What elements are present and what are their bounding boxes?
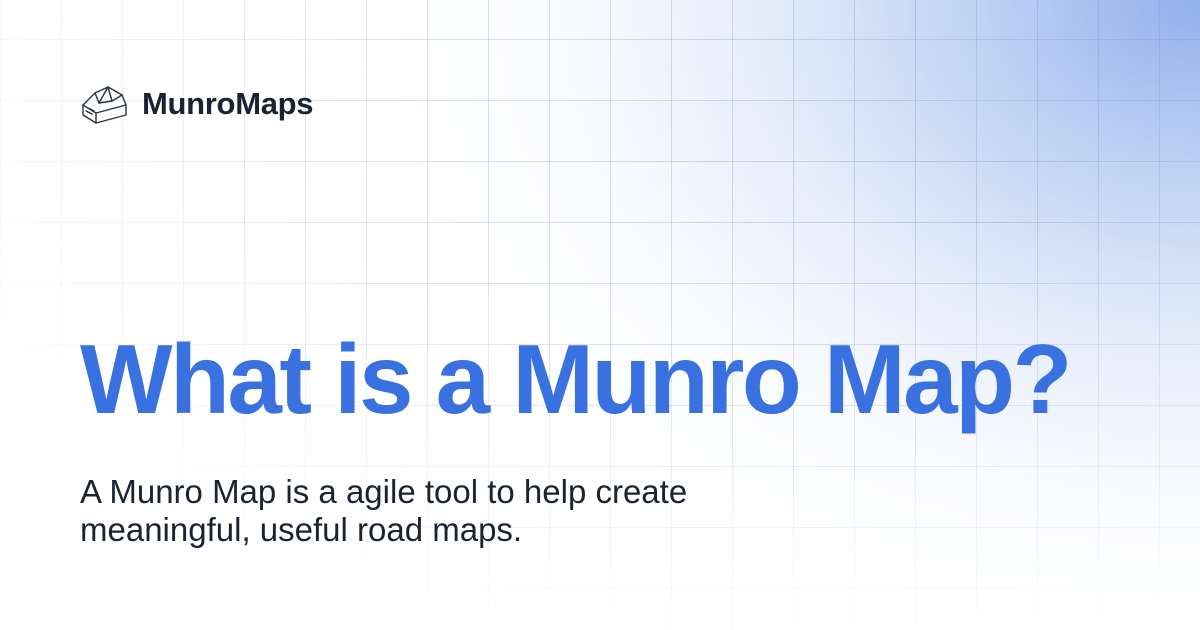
brand-name: MunroMaps bbox=[142, 86, 314, 121]
mountain-house-icon bbox=[82, 86, 127, 124]
brand: MunroMaps bbox=[80, 83, 314, 125]
page-description: A Munro Map is a agile tool to help crea… bbox=[80, 473, 688, 548]
page-title: What is a Munro Map? bbox=[80, 324, 1072, 434]
